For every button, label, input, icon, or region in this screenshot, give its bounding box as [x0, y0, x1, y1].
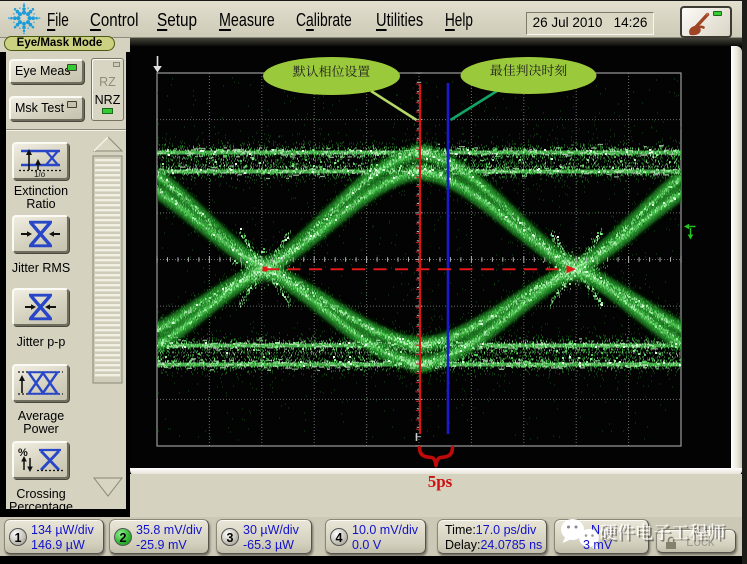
- svg-text:%: %: [18, 447, 28, 459]
- svg-text:1/o: 1/o: [34, 170, 46, 177]
